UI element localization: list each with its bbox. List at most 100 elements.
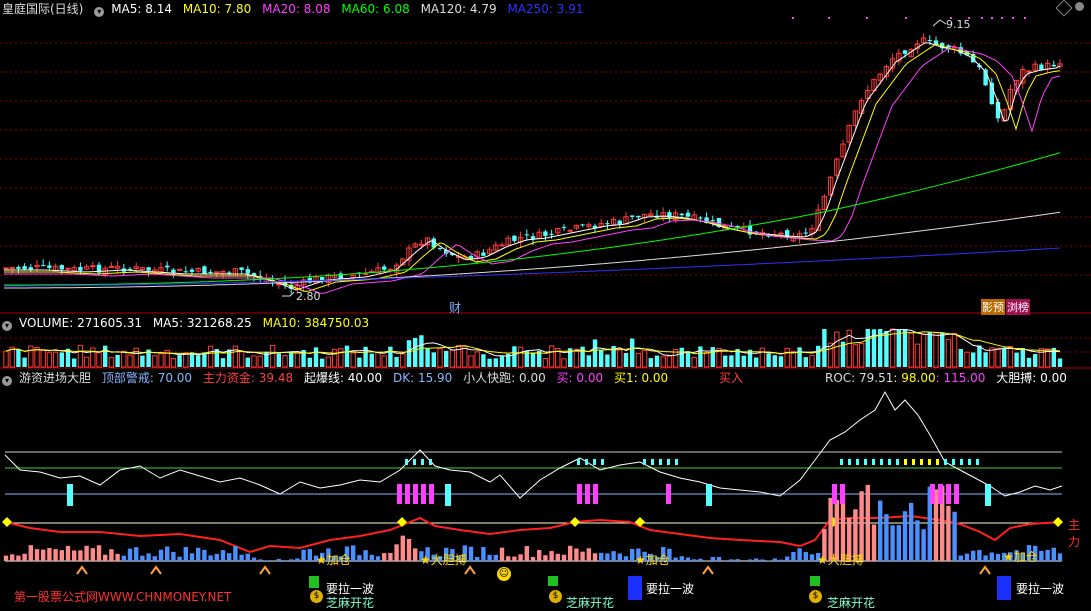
candle-body — [165, 265, 170, 268]
histogram-bar — [10, 554, 15, 561]
volume-bar — [772, 355, 777, 367]
dk-tick — [864, 459, 867, 465]
histogram-bar — [617, 553, 622, 561]
histogram-bar — [692, 559, 697, 561]
histogram-bar — [524, 546, 529, 561]
volume-bar — [431, 352, 436, 367]
candle-body — [778, 232, 784, 235]
candle-body — [245, 269, 250, 274]
volume-bar — [381, 355, 387, 368]
volume-bar — [1057, 358, 1063, 367]
candle-body — [543, 231, 548, 236]
volume-bar — [995, 347, 1001, 368]
volume-bar — [152, 355, 158, 368]
volume-bar — [766, 353, 771, 367]
volume-bar — [1038, 348, 1045, 368]
histogram-bar — [413, 548, 418, 561]
histogram-bar — [34, 549, 40, 561]
histogram-bar — [369, 554, 374, 561]
histogram-bar — [971, 550, 976, 561]
volume-bar — [1014, 352, 1019, 367]
volume-bar — [158, 353, 164, 368]
candle-body — [183, 271, 188, 273]
signal-diamond — [397, 517, 407, 527]
dk-tick — [896, 459, 899, 465]
volume-bar — [561, 358, 567, 368]
signal-dot — [792, 17, 794, 19]
buy-signal-bar — [577, 484, 582, 504]
volume-bar — [691, 357, 697, 368]
pull-block — [997, 576, 1011, 600]
volume-bar — [344, 345, 350, 367]
buy-signal-bar — [938, 484, 943, 504]
volume-bar — [16, 349, 21, 367]
histogram-bar — [599, 552, 604, 561]
histogram-bar — [171, 551, 176, 561]
volume-bar — [183, 352, 189, 368]
volume-bar — [778, 356, 784, 367]
histogram-bar — [512, 556, 517, 561]
volume-bar — [400, 353, 406, 368]
histogram-bar — [958, 555, 963, 561]
dk-tick — [585, 459, 588, 465]
money-bag-icon-1: $ — [310, 590, 323, 603]
dk-tick — [577, 459, 580, 465]
histogram-bar — [685, 557, 691, 561]
candle-body — [108, 266, 115, 269]
buy-signal-bar — [946, 484, 951, 504]
high-price-label: 9.15 — [946, 18, 971, 31]
dk-tick — [667, 459, 670, 465]
histogram-bar — [729, 559, 734, 561]
low-price-label: 2.80 — [296, 290, 321, 303]
volume-bar — [654, 355, 660, 367]
volume-bar — [977, 345, 982, 367]
signal-dot — [1001, 17, 1003, 19]
histogram-bar — [995, 553, 1001, 561]
histogram-bar — [109, 549, 114, 561]
volume-bar — [72, 358, 77, 367]
volume-bar — [357, 357, 362, 367]
ma10-line — [4, 43, 1061, 292]
candle-body — [549, 233, 554, 235]
volume-bar — [679, 347, 684, 367]
buy-signal-bar — [666, 484, 671, 504]
histogram-bar — [121, 555, 126, 561]
histogram-bar — [778, 559, 784, 561]
histogram-bar — [1057, 553, 1063, 561]
volume-bar — [40, 349, 46, 368]
signal-diamond — [1053, 517, 1063, 527]
smiley-icon: ☺ — [497, 567, 511, 581]
dk-tick — [968, 459, 971, 465]
histogram-bar — [760, 559, 765, 561]
volume-bar — [641, 350, 648, 368]
volume-bar — [660, 356, 666, 368]
histogram-bar — [946, 505, 951, 561]
signal-dot — [1012, 17, 1014, 19]
tag-liubang[interactable]: 浏榜 — [1006, 299, 1030, 315]
histogram-bar — [964, 553, 970, 561]
buy-signal-bar — [832, 484, 837, 504]
volume-bar — [294, 351, 301, 368]
volume-bar — [276, 353, 281, 367]
ma5-line — [4, 42, 1061, 291]
histogram-bar — [468, 546, 474, 561]
volume-bar — [989, 347, 995, 368]
tag-cai[interactable]: 财 — [449, 299, 461, 316]
dk-tick — [944, 459, 947, 465]
tag-yingyu[interactable]: 影预 — [981, 299, 1005, 315]
signal-diamond — [570, 517, 580, 527]
volume-bar — [269, 344, 276, 368]
volume-bar — [1026, 357, 1032, 367]
candle-body — [146, 267, 151, 271]
signal-diamond — [2, 517, 12, 527]
histogram-bar — [196, 547, 201, 561]
volume-bar — [983, 352, 988, 367]
candle-body — [698, 217, 703, 219]
histogram-bar — [90, 548, 95, 561]
volume-bar — [103, 345, 108, 367]
volume-bar — [964, 351, 970, 368]
ma250-line — [4, 247, 1061, 287]
histogram-bar — [28, 545, 33, 561]
histogram-bar — [710, 557, 715, 561]
buy-signal-bar — [397, 484, 402, 504]
